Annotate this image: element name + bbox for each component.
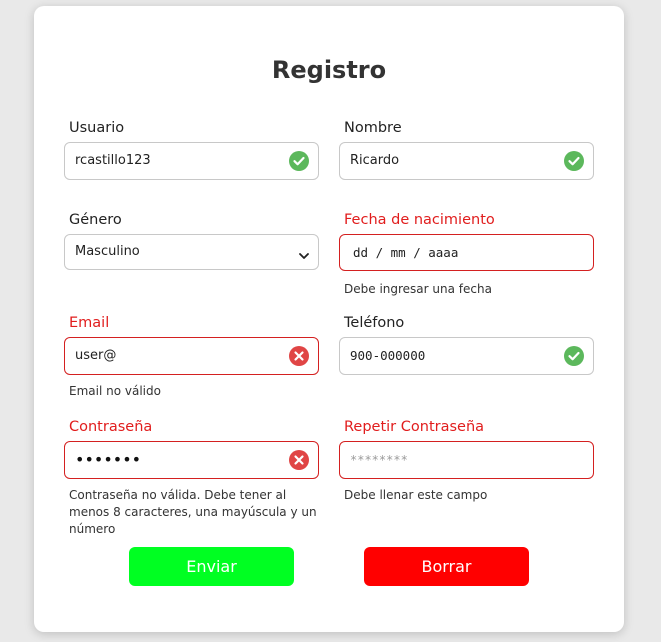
email-error-message: Email no válido <box>69 384 161 398</box>
usuario-field: Usuario rcastillo123 <box>64 118 319 180</box>
contrasena-error-message: Contraseña no válida. Debe tener al meno… <box>69 488 317 536</box>
repetir-field: Repetir Contraseña ******** Debe llenar … <box>339 417 594 504</box>
fecha-field: Fecha de nacimiento dd / mm / aaaa Debe … <box>339 210 594 298</box>
usuario-input[interactable]: rcastillo123 <box>64 142 319 180</box>
x-circle-icon <box>289 450 309 470</box>
form-title: Registro <box>271 56 387 84</box>
nombre-value: Ricardo <box>350 153 400 168</box>
nombre-input[interactable]: Ricardo <box>339 142 594 180</box>
check-circle-icon <box>564 151 584 171</box>
telefono-field: Teléfono 900-000000 <box>339 313 594 375</box>
repetir-placeholder: ******** <box>350 453 408 467</box>
nombre-field: Nombre Ricardo <box>339 118 594 180</box>
fecha-label: Fecha de nacimiento <box>344 212 495 228</box>
email-field: Email user@ Email no válido <box>64 313 319 400</box>
fecha-value: dd / mm / aaaa <box>353 245 459 260</box>
telefono-input[interactable]: 900-000000 <box>339 337 594 375</box>
email-value: user@ <box>75 348 117 363</box>
registration-card: Registro Usuario rcastillo123 Nombre Ric… <box>34 6 624 632</box>
genero-field: Género Masculino <box>64 210 319 270</box>
telefono-value: 900-000000 <box>350 348 426 363</box>
repetir-error-message: Debe llenar este campo <box>344 488 488 502</box>
contrasena-field: Contraseña ••••••• Contraseña no válida.… <box>64 417 319 538</box>
clear-button[interactable]: Borrar <box>364 547 529 586</box>
nombre-label: Nombre <box>344 120 402 136</box>
fecha-input[interactable]: dd / mm / aaaa <box>339 234 594 271</box>
chevron-down-icon <box>298 247 310 259</box>
check-circle-icon <box>289 151 309 171</box>
fecha-error-message: Debe ingresar una fecha <box>344 282 492 296</box>
usuario-value: rcastillo123 <box>75 153 151 168</box>
genero-label: Género <box>69 212 122 228</box>
repetir-label: Repetir Contraseña <box>344 419 485 435</box>
contrasena-input[interactable]: ••••••• <box>64 441 319 479</box>
x-circle-icon <box>289 346 309 366</box>
email-label: Email <box>69 315 110 331</box>
genero-select[interactable]: Masculino <box>64 234 319 270</box>
genero-value: Masculino <box>75 244 140 259</box>
check-circle-icon <box>564 346 584 366</box>
repetir-input[interactable]: ******** <box>339 441 594 479</box>
usuario-label: Usuario <box>69 120 125 136</box>
send-button[interactable]: Enviar <box>129 547 294 586</box>
email-input[interactable]: user@ <box>64 337 319 375</box>
contrasena-label: Contraseña <box>69 419 153 435</box>
telefono-label: Teléfono <box>344 315 405 331</box>
contrasena-value: ••••••• <box>75 450 142 469</box>
